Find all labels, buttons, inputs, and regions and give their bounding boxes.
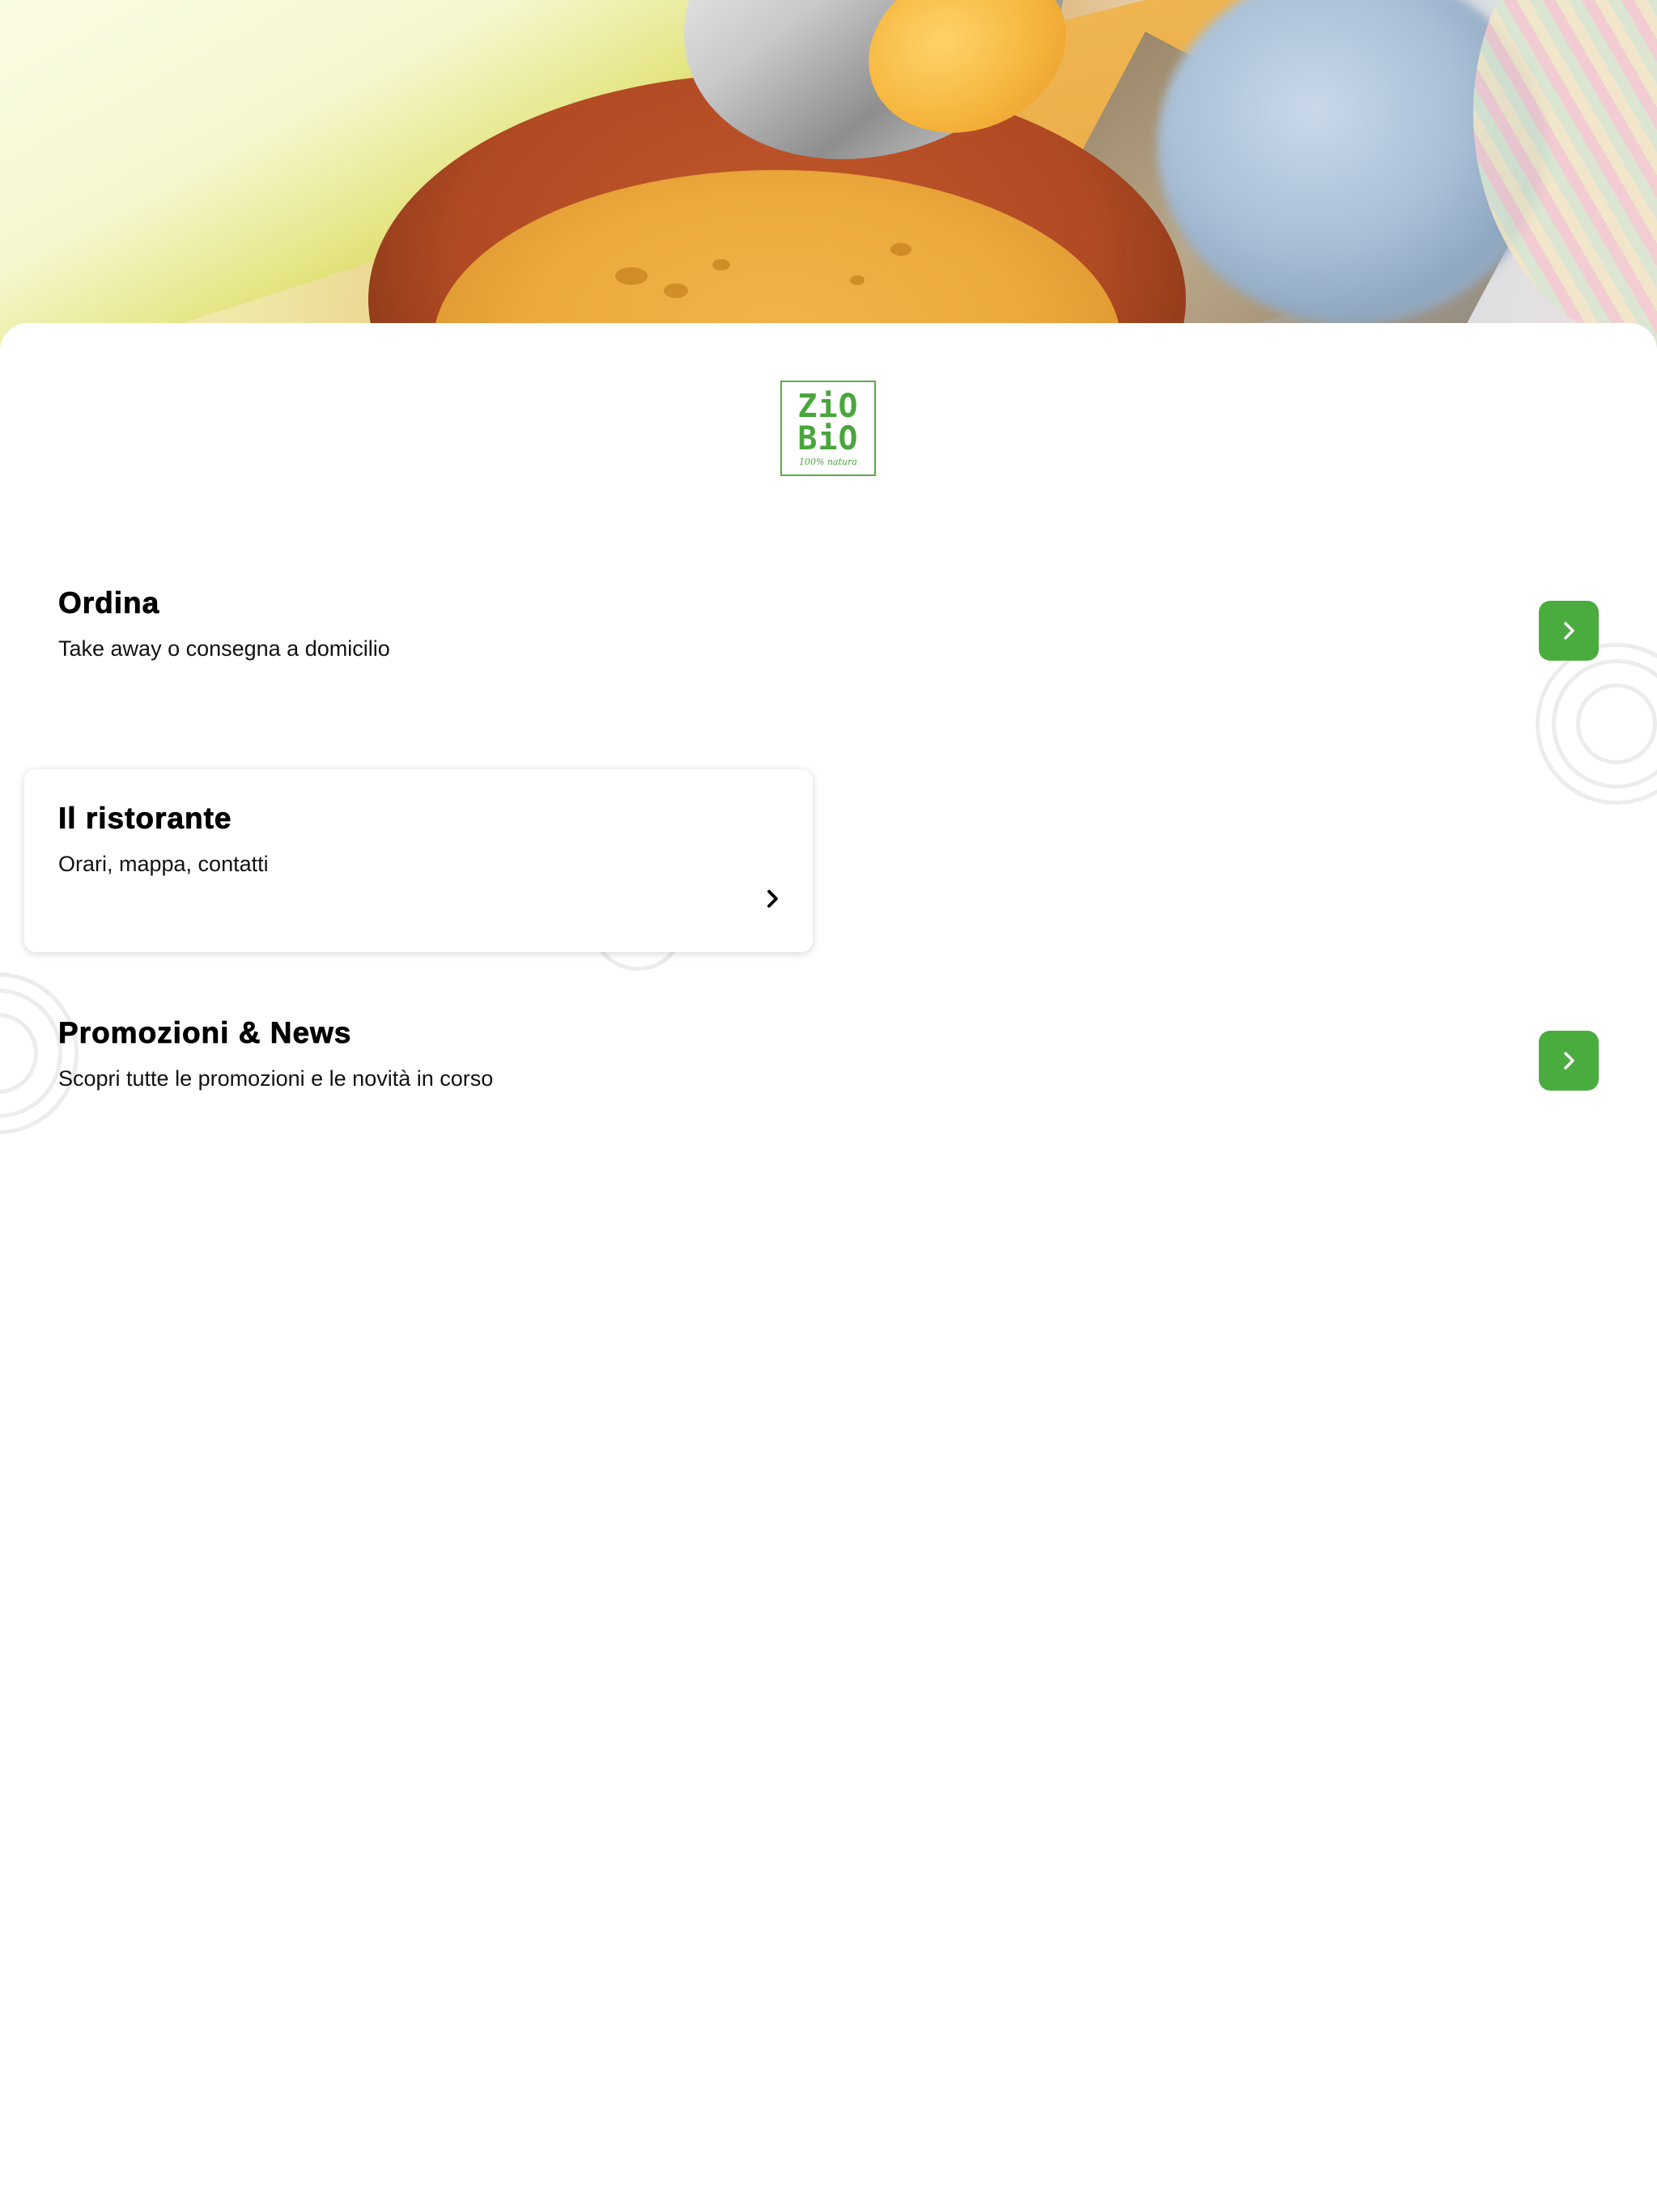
menu-item-ristorante[interactable]: Il ristorante Orari, mappa, contatti (24, 769, 813, 952)
chevron-right-icon (1564, 1052, 1574, 1070)
menu-item-subtitle: Take away o consegna a domicilio (58, 636, 390, 661)
menu-item-title: Il ristorante (58, 802, 232, 836)
chevron-right-icon (761, 887, 785, 911)
menu-item-ordina[interactable]: Ordina Take away o consegna a domicilio (58, 586, 868, 675)
hero-image (0, 0, 1657, 356)
menu-item-subtitle: Orari, mappa, contatti (58, 852, 269, 876)
menu-item-title: Ordina (58, 586, 160, 620)
logo-tagline: 100% natura (799, 457, 857, 467)
ordina-button[interactable] (1539, 601, 1599, 661)
logo-line-1: ZiO (797, 388, 859, 425)
decorative-ring (1576, 683, 1657, 764)
promozioni-button[interactable] (1539, 1031, 1599, 1091)
menu-item-subtitle: Scopri tutte le promozioni e le novità i… (58, 1066, 494, 1091)
brand-logo: ZiO BiO 100% natura (780, 381, 876, 476)
menu-item-title: Promozioni & News (58, 1016, 352, 1050)
logo-line-2: BiO (797, 420, 859, 457)
chevron-right-icon (1564, 622, 1574, 640)
menu-item-promozioni[interactable]: Promozioni & News Scopri tutte le promoz… (58, 1016, 868, 1105)
content-sheet: ZiO BiO 100% natura Ordina Take away o c… (0, 323, 1657, 2212)
app-screen: ZiO BiO 100% natura Ordina Take away o c… (0, 0, 1657, 2212)
menu-item-text: Il ristorante Orari, mappa, contatti (58, 802, 746, 891)
